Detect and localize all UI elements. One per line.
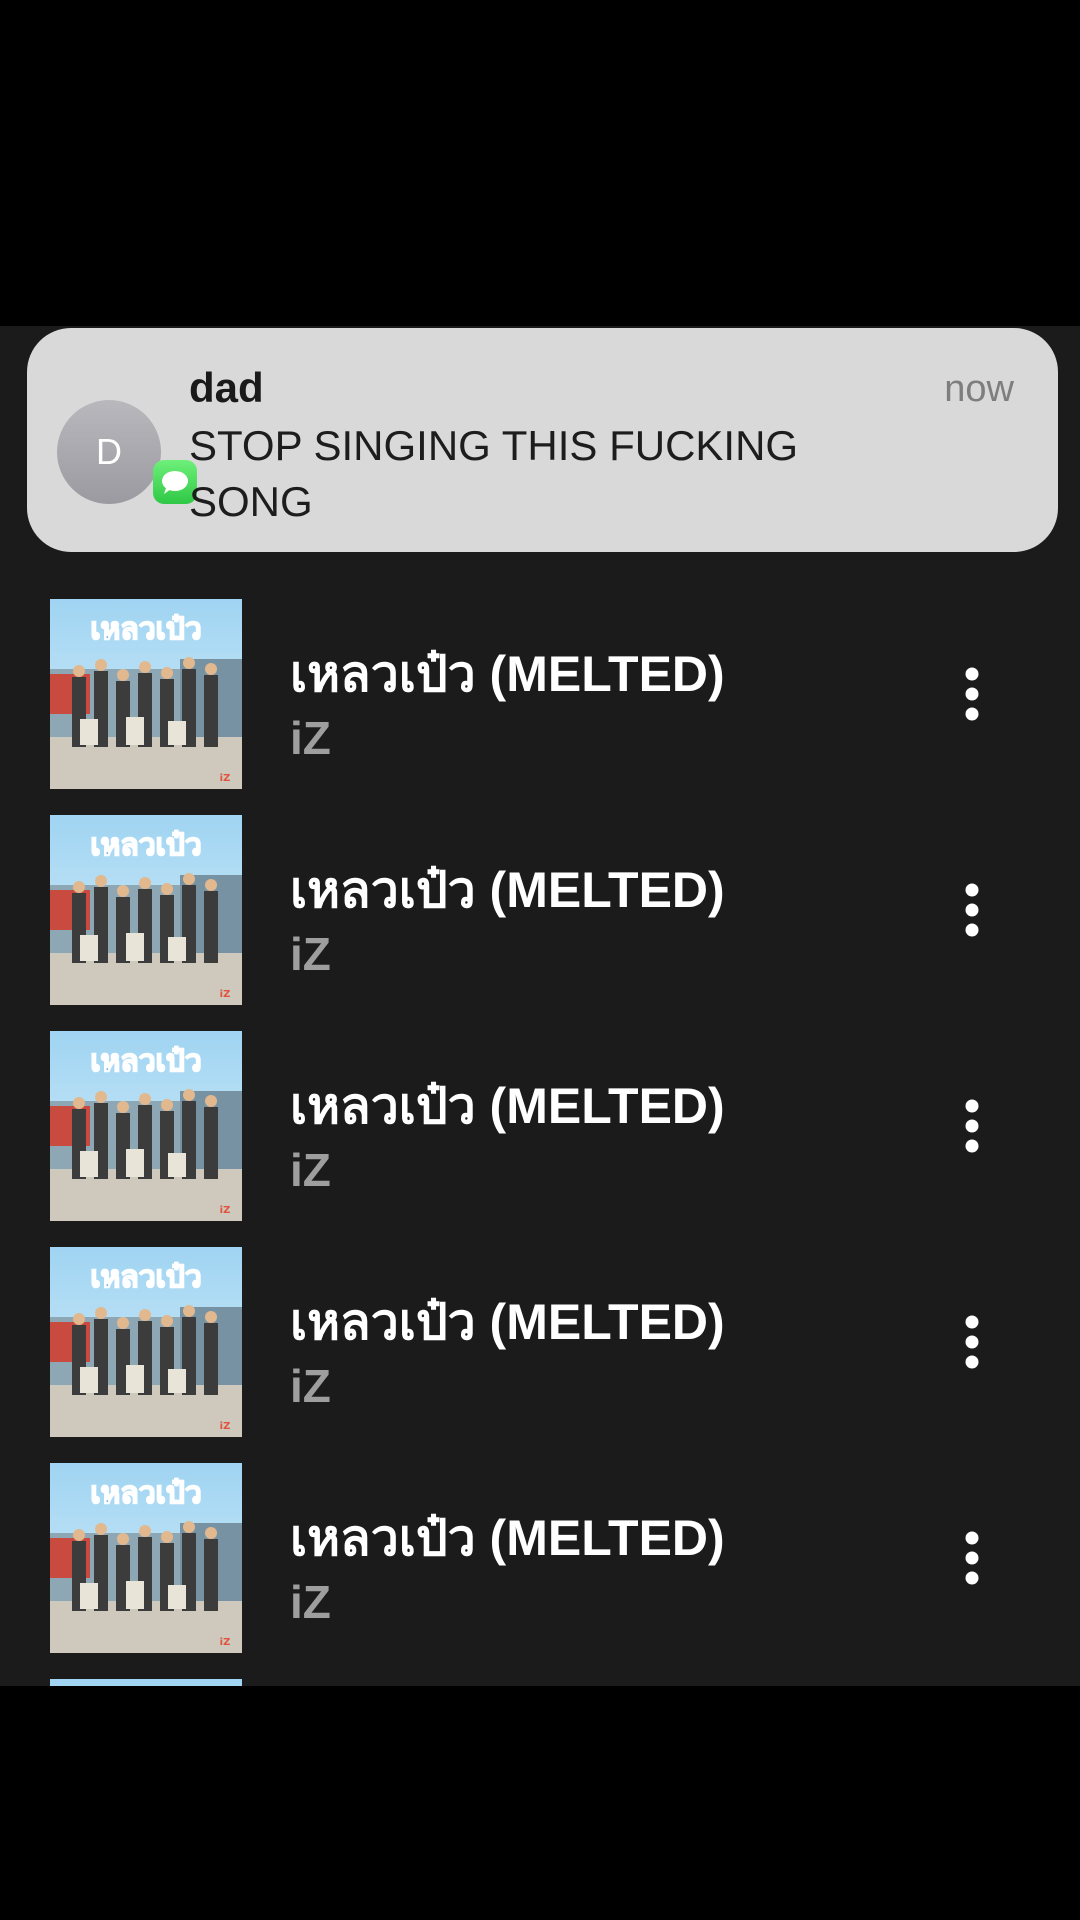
svg-text:iZ: iZ (220, 989, 231, 1000)
album-art: เหลวเป๋ว iZ (50, 815, 242, 1005)
more-vertical-icon (965, 1531, 979, 1585)
song-row[interactable]: เหลวเป๋ว iZ เหลวเป๋ว (MELTED) iZ (0, 1031, 1080, 1221)
album-art-title: เหลวเป๋ว (90, 1476, 201, 1511)
more-vertical-icon (965, 883, 979, 937)
album-art: เหลวเป๋ว iZ (50, 1031, 242, 1221)
more-vertical-icon (965, 1099, 979, 1153)
song-title: เหลวเป๋ว (MELTED) (290, 862, 725, 918)
avatar-initial: D (96, 431, 122, 472)
song-row[interactable]: เหลวเป๋ว iZ เหลวเป๋ว (MELTED) iZ (0, 599, 1080, 789)
song-row[interactable]: เหลวเป๋ว iZ เหลวเป๋ว (MELTED) iZ (0, 1247, 1080, 1437)
more-vertical-icon (965, 1315, 979, 1369)
song-title: เหลวเป๋ว (MELTED) (290, 1078, 725, 1134)
album-art: เหลวเป๋ว iZ (50, 1247, 242, 1437)
album-art-title: เหลวเป๋ว (90, 1044, 201, 1079)
svg-text:iZ: iZ (220, 773, 231, 784)
more-options-button[interactable] (944, 1307, 1000, 1377)
album-art-title: เหลวเป๋ว (90, 612, 201, 647)
album-art: เหลวเป๋ว iZ (50, 599, 242, 789)
song-artist: iZ (290, 1360, 331, 1412)
svg-text:iZ: iZ (220, 1205, 231, 1216)
song-artist: iZ (290, 928, 331, 980)
song-artist: iZ (290, 1576, 331, 1628)
song-title: เหลวเป๋ว (MELTED) (290, 1510, 725, 1566)
song-row[interactable]: เหลวเป๋ว iZ เหลวเป๋ว (MELTED) iZ (0, 1463, 1080, 1653)
more-options-button[interactable] (944, 875, 1000, 945)
more-options-button[interactable] (944, 659, 1000, 729)
notification-time: now (944, 368, 1014, 410)
song-artist: iZ (290, 712, 331, 764)
sender-avatar: D (57, 400, 161, 504)
album-art: iZ (50, 1679, 242, 1686)
more-options-button[interactable] (944, 1523, 1000, 1593)
message-notification[interactable]: D dad now STOP SINGING THIS FUCKING SONG (27, 328, 1058, 552)
notification-sender: dad (189, 364, 264, 411)
svg-text:iZ: iZ (220, 1421, 231, 1432)
album-art-title: เหลวเป๋ว (90, 1260, 201, 1295)
song-title: เหลวเป๋ว (MELTED) (290, 646, 725, 702)
svg-text:iZ: iZ (220, 1637, 231, 1648)
song-list: เหลวเป๋ว iZ เหลวเป๋ว (MELTED) iZ เหลวเป๋… (0, 599, 1080, 1686)
song-title: เหลวเป๋ว (MELTED) (290, 1294, 725, 1350)
notification-message: STOP SINGING THIS FUCKING SONG (189, 422, 799, 525)
song-row[interactable]: เหลวเป๋ว iZ เหลวเป๋ว (MELTED) iZ (0, 815, 1080, 1005)
notification-avatar-group: D (57, 400, 197, 530)
album-art-title: เหลวเป๋ว (90, 828, 201, 863)
album-art: เหลวเป๋ว iZ (50, 1463, 242, 1653)
song-artist: iZ (290, 1144, 331, 1196)
more-options-button[interactable] (944, 1091, 1000, 1161)
more-vertical-icon (965, 667, 979, 721)
